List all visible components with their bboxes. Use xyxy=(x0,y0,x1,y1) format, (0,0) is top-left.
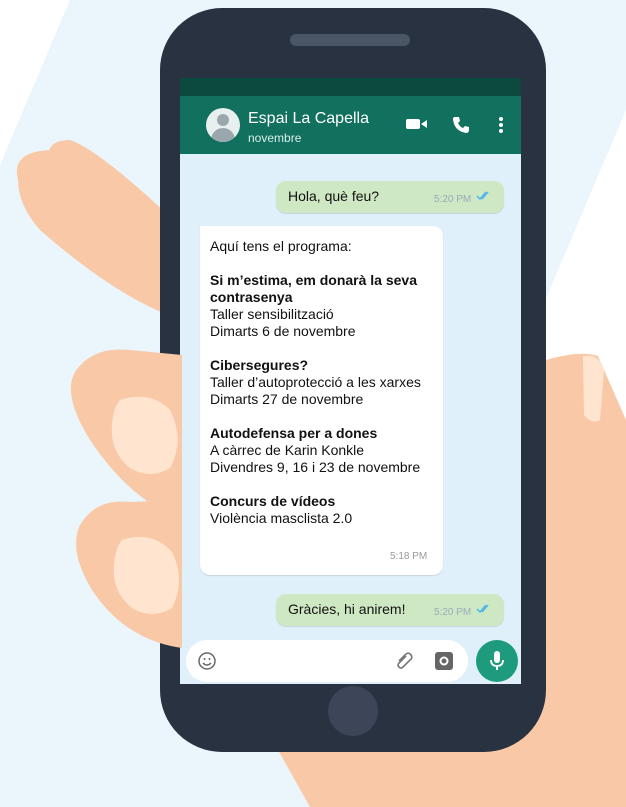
camera-icon[interactable] xyxy=(434,651,454,671)
event-title: Cibersegures? xyxy=(210,357,309,373)
message-text: Hola, què feu? xyxy=(288,188,380,204)
home-button[interactable] xyxy=(328,686,378,736)
emoji-icon[interactable] xyxy=(198,652,216,670)
event-detail: A càrrec de Karin Konkle xyxy=(210,442,365,458)
message-input-bar[interactable] xyxy=(186,640,468,682)
outgoing-message[interactable]: Hola, què feu? 5:20 PM xyxy=(276,181,504,213)
program-intro: Aquí tens el programa: xyxy=(210,238,352,254)
mic-icon xyxy=(490,651,504,670)
chat-screen: Espai La Capella novembre Hola, què feu?… xyxy=(180,78,521,684)
event-title: Si m’estima, em donarà la seva xyxy=(210,272,417,288)
message-time: 5:20 PM xyxy=(434,194,472,205)
phone-speaker xyxy=(290,34,410,46)
event-date: Dimarts 27 de novembre xyxy=(210,391,364,407)
more-options-icon[interactable] xyxy=(498,116,504,134)
read-ticks-icon xyxy=(476,604,489,614)
contact-subtitle: novembre xyxy=(248,131,302,145)
contact-name[interactable]: Espai La Capella xyxy=(248,110,369,128)
message-time: 5:20 PM xyxy=(434,607,472,618)
event-detail: Taller d’autoprotecció a les xarxes xyxy=(210,374,421,390)
event-title: Concurs de vídeos xyxy=(210,493,336,509)
video-call-icon[interactable] xyxy=(406,116,428,132)
read-ticks-icon xyxy=(476,191,489,201)
contact-avatar[interactable] xyxy=(206,108,240,142)
message-time: 5:18 PM xyxy=(390,551,428,562)
phone-icon[interactable] xyxy=(452,116,470,134)
message-text: Gràcies, hi anirem! xyxy=(288,601,406,617)
status-bar xyxy=(180,78,521,96)
event-title: Autodefensa per a dones xyxy=(210,425,378,441)
chat-header: Espai La Capella novembre xyxy=(180,96,521,154)
event-date: Divendres 9, 16 i 23 de novembre xyxy=(210,459,421,475)
attach-icon[interactable] xyxy=(396,652,416,670)
outgoing-message[interactable]: Gràcies, hi anirem! 5:20 PM xyxy=(276,594,504,626)
incoming-message[interactable]: Aquí tens el programa: Si m’estima, em d… xyxy=(200,226,443,575)
event-title: contrasenya xyxy=(210,289,293,305)
event-detail: Taller sensibilització xyxy=(210,306,334,322)
mic-button[interactable] xyxy=(476,640,518,682)
phone: Espai La Capella novembre Hola, què feu?… xyxy=(160,8,546,752)
event-date: Dimarts 6 de novembre xyxy=(210,323,356,339)
event-detail: Violència masclista 2.0 xyxy=(210,510,353,526)
